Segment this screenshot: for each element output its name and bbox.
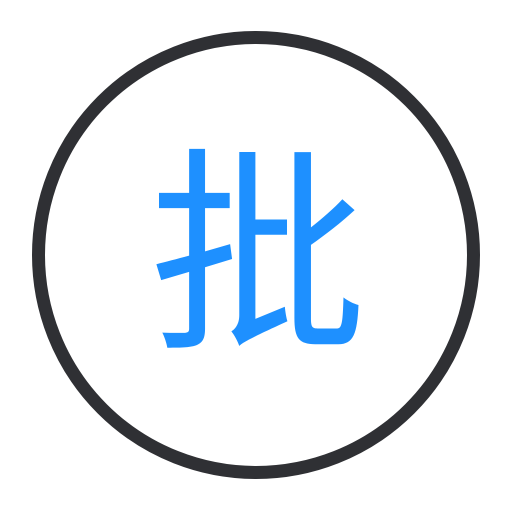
badge-icon: 批 <box>0 0 512 512</box>
circle-ring: 批 <box>32 31 480 479</box>
badge-character: 批 <box>149 131 367 384</box>
